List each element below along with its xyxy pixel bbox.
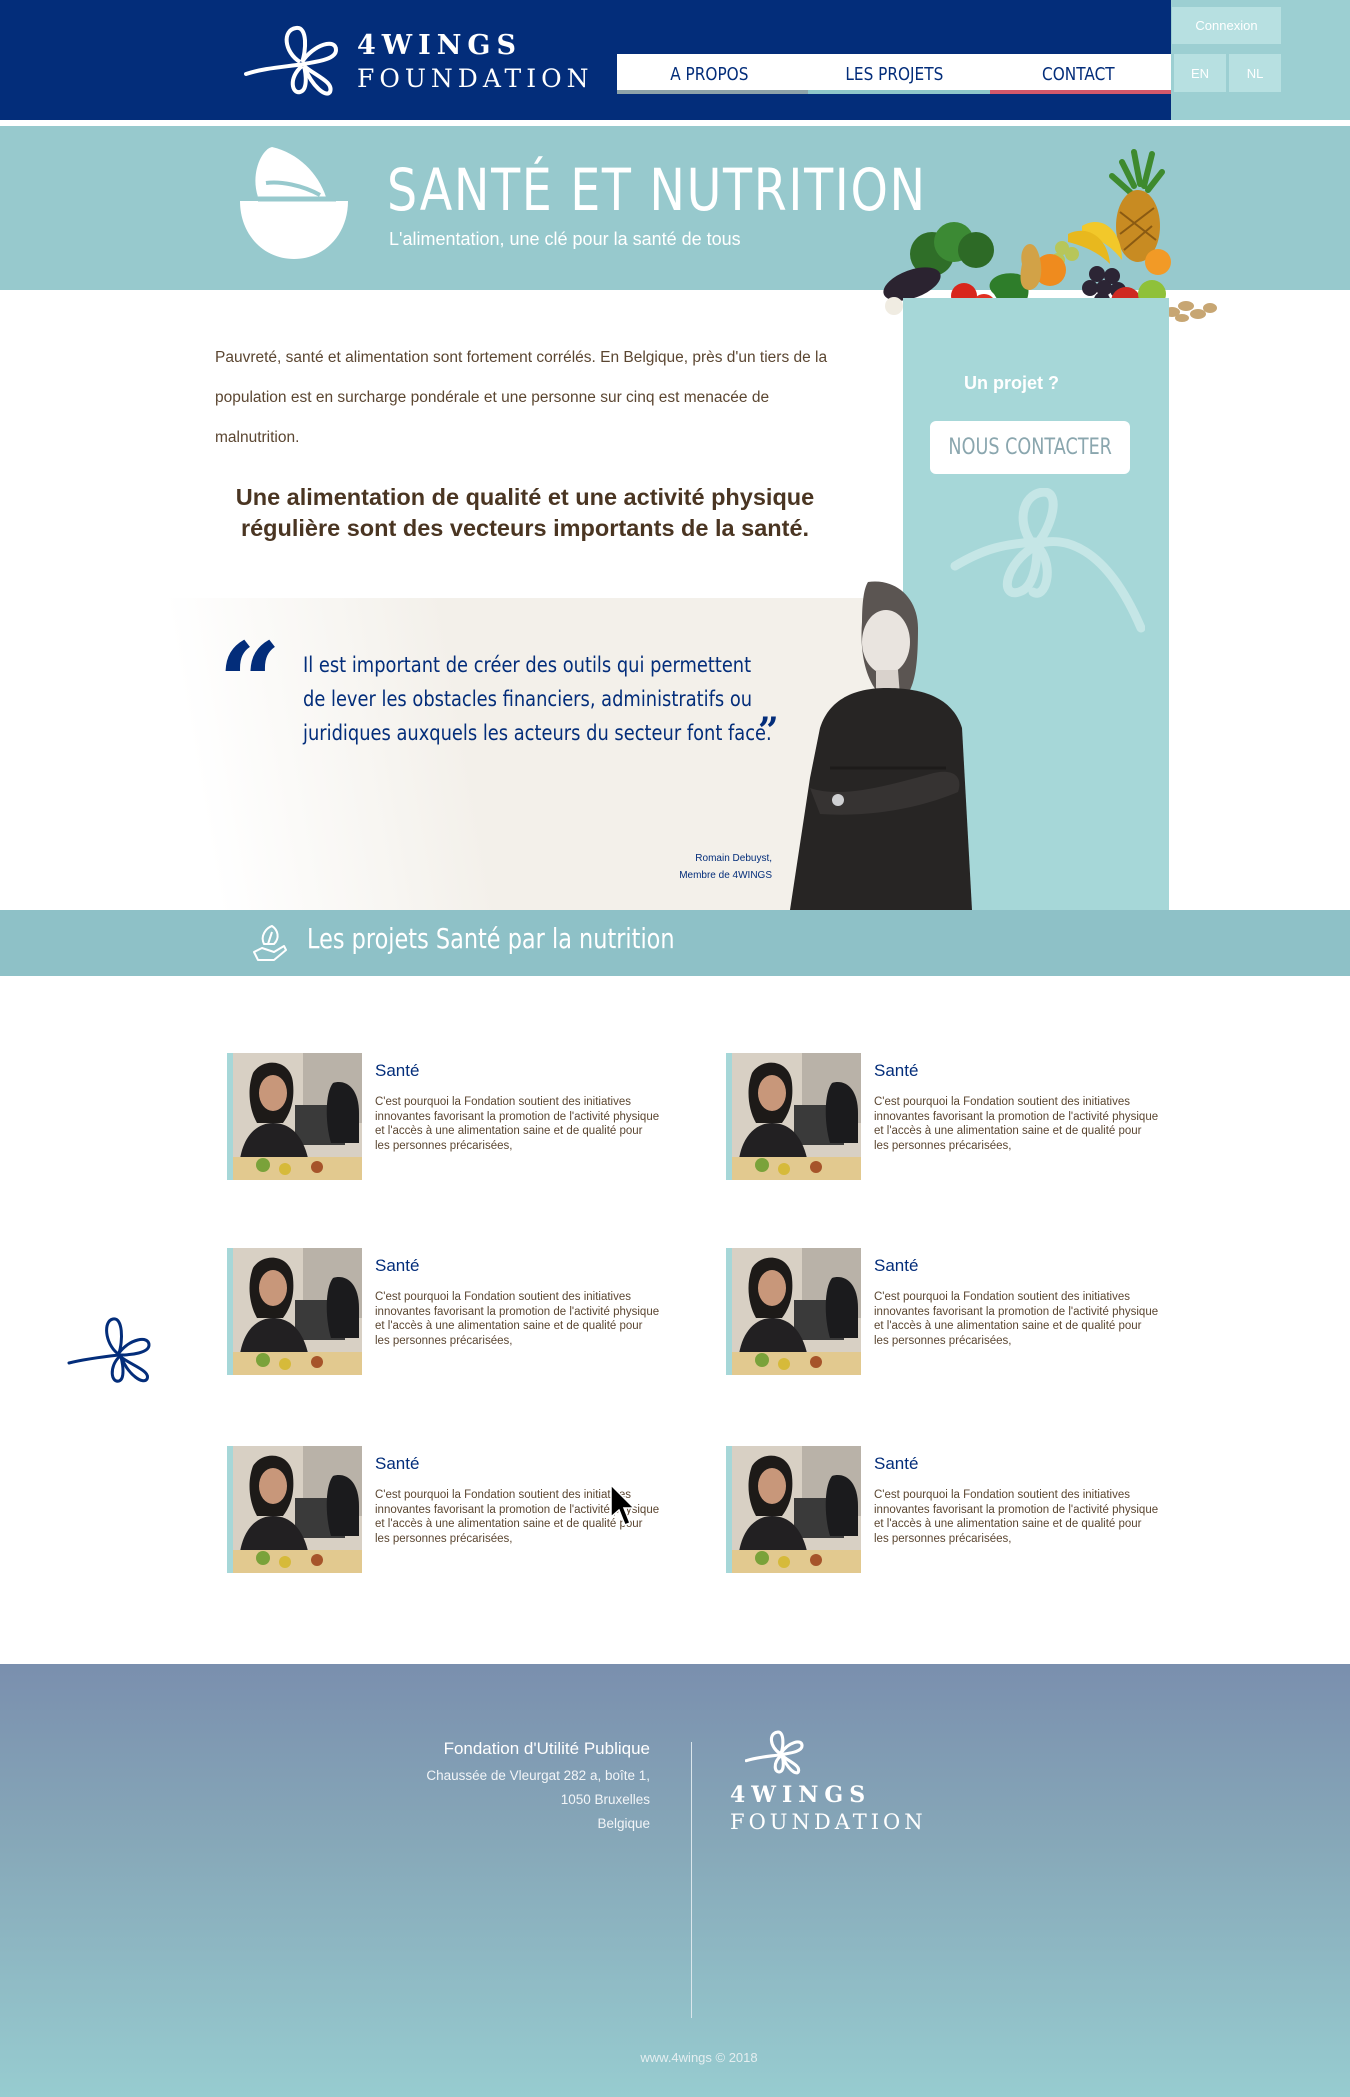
login-button[interactable]: Connexion <box>1172 7 1281 44</box>
project-card-image[interactable] <box>726 1446 861 1573</box>
cooking-photo-image <box>732 1053 861 1180</box>
intro-highlight: Une alimentation de qualité et une activ… <box>235 484 815 541</box>
project-card-text: C'est pourquoi la Fondation soutient des… <box>874 1096 1159 1152</box>
logo-wordmark-bottom: FOUNDATION <box>357 64 594 93</box>
intro-paragraph: Pauvreté, santé et alimentation sont for… <box>215 349 828 446</box>
open-quote-icon: “ <box>218 618 282 747</box>
project-card[interactable]: Santé C'est pourquoi la Fondation soutie… <box>726 1053 1166 1183</box>
project-card[interactable]: Santé C'est pourquoi la Fondation soutie… <box>227 1248 667 1378</box>
page-title: SANTÉ ET NUTRITION <box>387 156 927 224</box>
sidebar-question: Un projet ? <box>964 373 1059 393</box>
footer-address-line2: 1050 Bruxelles <box>560 1792 650 1807</box>
close-quote-icon: ” <box>758 710 779 752</box>
projects-section-header <box>0 910 1350 976</box>
dragonfly-decoration-icon <box>67 1317 151 1383</box>
project-card-text: C'est pourquoi la Fondation soutient des… <box>375 1291 660 1347</box>
dragonfly-logo-icon[interactable] <box>244 22 344 98</box>
cooking-photo-image <box>233 1446 362 1573</box>
project-card-title[interactable]: Santé <box>375 1256 419 1276</box>
footer-divider <box>691 1742 692 2018</box>
nav-underline-contact <box>990 90 1171 94</box>
nav-underline-a-propos <box>617 90 808 94</box>
project-card-title[interactable]: Santé <box>375 1454 419 1474</box>
nav-underline-les-projets <box>808 90 990 94</box>
person-portrait-image <box>790 581 972 910</box>
quote-text: Il est important de créer des outils qui… <box>303 653 772 745</box>
quote-author: Romain Debuyst, Membre de 4WINGS <box>640 850 772 884</box>
project-card-title[interactable]: Santé <box>874 1061 918 1081</box>
quote-author-role: Membre de 4WINGS <box>679 870 772 881</box>
footer-dragonfly-logo-icon[interactable] <box>745 1728 807 1776</box>
hand-plant-icon <box>253 925 287 961</box>
projects-section-title: Les projets Santé par la nutrition <box>307 922 675 955</box>
footer-address-line3: Belgique <box>597 1816 650 1831</box>
main-nav: A PROPOS LES PROJETS CONTACT <box>617 54 1171 94</box>
bowl-leaf-icon <box>240 147 348 259</box>
project-card[interactable]: Santé C'est pourquoi la Fondation soutie… <box>227 1053 667 1183</box>
project-card-title[interactable]: Santé <box>375 1061 419 1081</box>
project-card-image[interactable] <box>227 1446 362 1573</box>
site-footer <box>0 1664 1350 2097</box>
lang-en-button[interactable]: EN <box>1174 54 1226 92</box>
project-card-title[interactable]: Santé <box>874 1454 918 1474</box>
lang-nl-button[interactable]: NL <box>1229 54 1281 92</box>
project-card[interactable]: Santé C'est pourquoi la Fondation soutie… <box>227 1446 667 1576</box>
contact-us-button[interactable]: NOUS CONTACTER <box>930 421 1130 474</box>
project-card[interactable]: Santé C'est pourquoi la Fondation soutie… <box>726 1248 1166 1378</box>
footer-address-line1: Chaussée de Vleurgat 282 a, boîte 1, <box>426 1768 650 1783</box>
project-card-image[interactable] <box>227 1248 362 1375</box>
contact-us-label: NOUS CONTACTER <box>948 435 1112 460</box>
project-card-image[interactable] <box>227 1053 362 1180</box>
mouse-cursor-icon <box>610 1483 635 1526</box>
nav-item-les-projets[interactable]: LES PROJETS <box>816 54 973 94</box>
footer-logo-wordmark-bottom: FOUNDATION <box>730 1810 927 1834</box>
logo-wordmark-top: 4WINGS <box>357 30 522 61</box>
project-card-text: C'est pourquoi la Fondation soutient des… <box>375 1096 660 1152</box>
footer-org-name: Fondation d'Utilité Publique <box>443 1739 650 1758</box>
cooking-photo-image <box>233 1248 362 1375</box>
fruit-basket-image <box>883 149 1217 322</box>
project-card-text: C'est pourquoi la Fondation soutient des… <box>874 1291 1159 1347</box>
footer-copyright: www.4wings © 2018 <box>640 2050 758 2065</box>
project-card-image[interactable] <box>726 1248 861 1375</box>
project-card[interactable]: Santé C'est pourquoi la Fondation soutie… <box>726 1446 1166 1576</box>
nav-item-contact[interactable]: CONTACT <box>1000 54 1157 94</box>
footer-logo-wordmark-top: 4WINGS <box>730 1782 872 1808</box>
cooking-photo-image <box>732 1248 861 1375</box>
project-card-text: C'est pourquoi la Fondation soutient des… <box>874 1489 1159 1545</box>
nav-item-a-propos[interactable]: A PROPOS <box>631 54 788 94</box>
project-card-image[interactable] <box>726 1053 861 1180</box>
project-card-title[interactable]: Santé <box>874 1256 918 1276</box>
page-subtitle: L'alimentation, une clé pour la santé de… <box>389 229 741 249</box>
cooking-photo-image <box>233 1053 362 1180</box>
cooking-photo-image <box>732 1446 861 1573</box>
quote-author-name: Romain Debuyst, <box>695 853 772 864</box>
header-divider <box>0 120 1350 125</box>
